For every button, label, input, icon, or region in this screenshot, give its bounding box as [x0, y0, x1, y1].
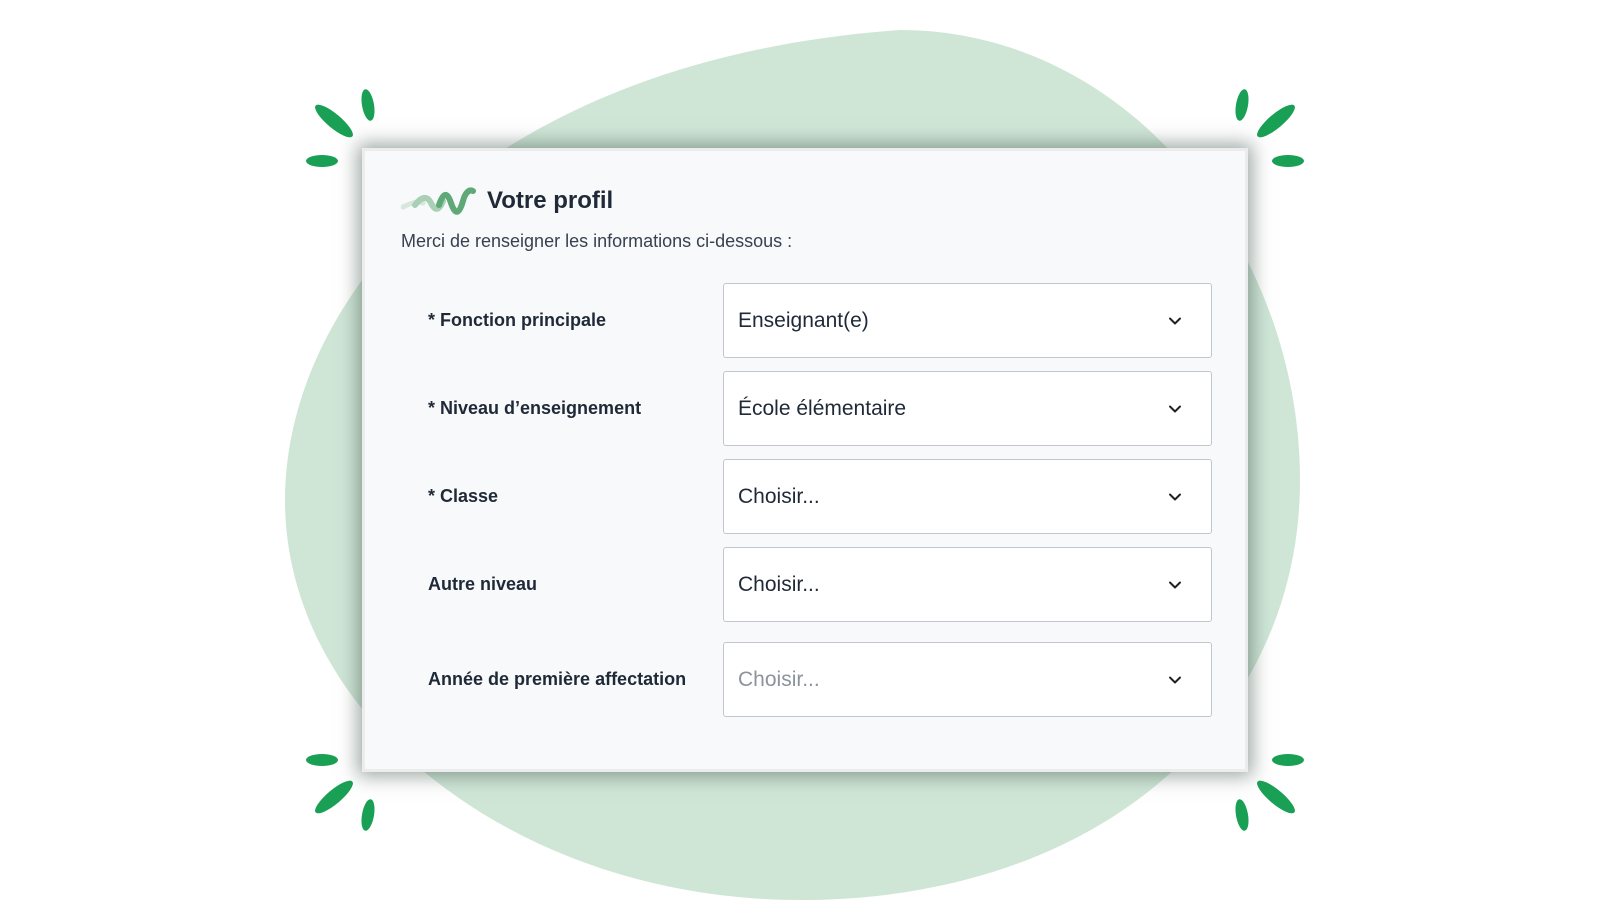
form-instructions: Merci de renseigner les informations ci-…	[401, 231, 793, 251]
select-value: Choisir...	[738, 484, 820, 508]
field-row-annee-premiere-affectation: Année de première affectation Choisir...	[365, 642, 1245, 717]
select-placeholder: Choisir...	[738, 667, 820, 691]
classe-select[interactable]: Choisir...	[723, 459, 1212, 534]
select-value: Enseignant(e)	[738, 308, 869, 332]
profile-form-card: Votre profil Merci de renseigner les inf…	[362, 148, 1248, 772]
field-row-niveau-enseignement: * Niveau d’enseignement École élémentair…	[365, 371, 1245, 446]
select-value: École élémentaire	[738, 396, 907, 420]
illustration-stage: Votre profil Merci de renseigner les inf…	[0, 0, 1600, 900]
chevron-down-icon	[1169, 405, 1181, 412]
chevron-down-icon	[1169, 676, 1181, 683]
chevron-down-icon	[1169, 317, 1181, 324]
annee-premiere-affectation-select[interactable]: Choisir...	[723, 642, 1212, 717]
chevron-down-icon	[1169, 493, 1181, 500]
autre-niveau-select[interactable]: Choisir...	[723, 547, 1212, 622]
wave-logo-icon	[401, 187, 476, 215]
field-label: * Fonction principale	[428, 310, 607, 330]
field-label: * Niveau d’enseignement	[428, 398, 642, 418]
field-row-autre-niveau: Autre niveau Choisir...	[365, 547, 1245, 622]
page-title: Votre profil	[487, 187, 614, 214]
field-row-classe: * Classe Choisir...	[365, 459, 1245, 534]
field-label: * Classe	[428, 486, 499, 506]
fonction-principale-select[interactable]: Enseignant(e)	[723, 283, 1212, 358]
chevron-down-icon	[1169, 581, 1181, 588]
niveau-enseignement-select[interactable]: École élémentaire	[723, 371, 1212, 446]
field-row-fonction-principale: * Fonction principale Enseignant(e)	[365, 283, 1245, 358]
field-label: Année de première affectation	[428, 669, 687, 689]
field-label: Autre niveau	[428, 574, 538, 594]
form-header: Votre profil	[401, 181, 613, 221]
select-value: Choisir...	[738, 572, 820, 596]
